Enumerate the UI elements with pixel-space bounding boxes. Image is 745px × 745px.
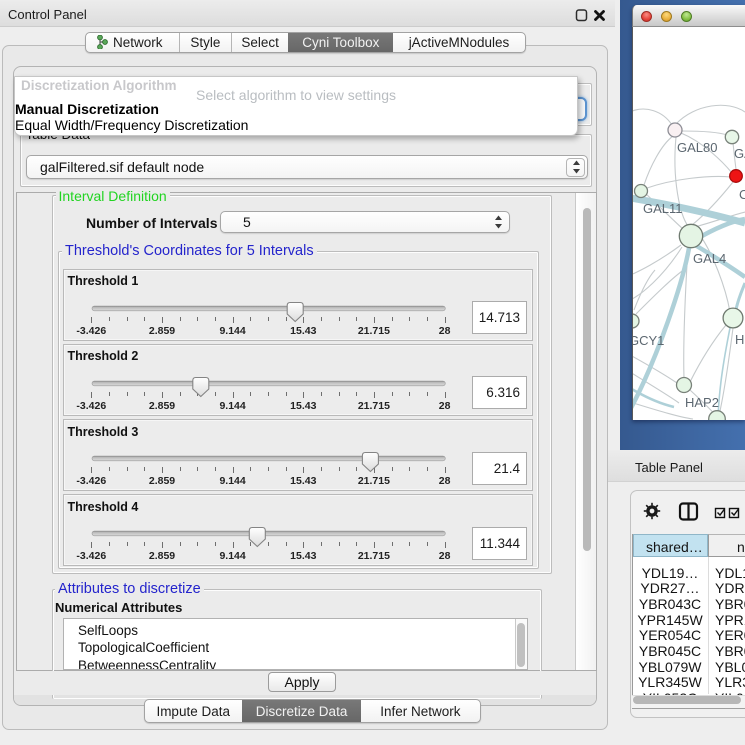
- svg-text:GAL4: GAL4: [693, 251, 726, 266]
- svg-text:GAL80: GAL80: [677, 140, 717, 155]
- svg-text:GCY1: GCY1: [633, 333, 664, 348]
- svg-text:C: C: [739, 187, 745, 202]
- svg-text:GA: GA: [734, 146, 745, 161]
- svg-text:H: H: [735, 332, 744, 347]
- svg-text:GAL11: GAL11: [643, 201, 683, 216]
- svg-text:HAP2: HAP2: [685, 395, 719, 410]
